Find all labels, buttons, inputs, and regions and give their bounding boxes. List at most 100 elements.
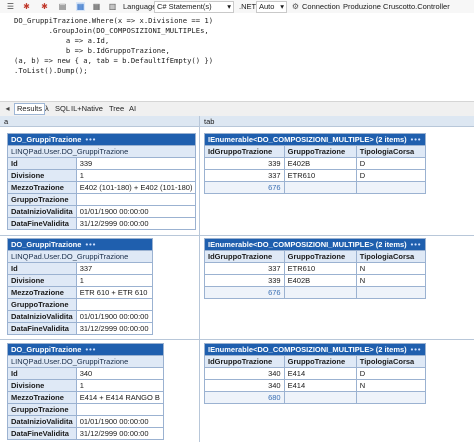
field-label: DataFineValidita: [7, 322, 77, 335]
table-row: GruppoTrazione: [7, 403, 164, 416]
more-icon[interactable]: •••: [85, 345, 96, 354]
grid-icon[interactable]: ▥: [108, 2, 117, 11]
total-value: 676: [204, 181, 285, 194]
cell: E414: [283, 367, 357, 380]
field-value: E402 (101-180) + E402 (101-180): [75, 181, 197, 194]
dotnet-select[interactable]: Auto ▾: [256, 1, 287, 13]
column-header: TipologiaCorsa: [355, 145, 426, 158]
code-editor[interactable]: DO_GruppiTrazione.Where(x => x.Divisione…: [0, 13, 474, 101]
tab-lambda[interactable]: λ: [45, 104, 49, 114]
cell: D: [355, 157, 426, 170]
table-caption[interactable]: IEnumerable<DO_COMPOSIZIONI_MULTIPLE> (2…: [204, 133, 426, 146]
bug-icon[interactable]: ✱: [40, 2, 49, 11]
more-icon[interactable]: •••: [411, 135, 422, 144]
column-header: IdGruppoTrazione: [204, 250, 285, 263]
caption-text: DO_GruppiTrazione: [11, 135, 82, 144]
table-row: MezzoTrazione ETR 610 + ETR 610: [7, 286, 153, 299]
field-label: GruppoTrazione: [7, 403, 77, 416]
empty-cell: [283, 391, 357, 404]
code-block[interactable]: DO_GruppiTrazione.Where(x => x.Divisione…: [14, 16, 213, 76]
field-value: ETR 610 + ETR 610: [75, 286, 153, 299]
grid-icon[interactable]: ▦: [76, 2, 85, 11]
gruppo-trazione-table: DO_GruppiTrazione ••• LINQPad.User.DO_Gru…: [6, 133, 197, 230]
bug-icon[interactable]: ✱: [22, 2, 31, 11]
cell: N: [355, 274, 426, 287]
field-label: DataInizioValidita: [7, 415, 77, 428]
empty-cell: [283, 286, 357, 299]
more-icon[interactable]: •••: [411, 345, 422, 354]
dotnet-label: .NET: [239, 2, 257, 11]
gruppo-trazione-table: DO_GruppiTrazione ••• LINQPad.User.DO_Gru…: [7, 238, 153, 335]
field-value: 1: [75, 379, 164, 392]
field-label: MezzoTrazione: [7, 286, 77, 299]
table-caption[interactable]: DO_GruppiTrazione •••: [7, 238, 153, 251]
column-header: GruppoTrazione: [283, 145, 357, 158]
field-value: 339: [75, 157, 197, 170]
caption-text: DO_GruppiTrazione: [11, 240, 82, 249]
column-header: IdGruppoTrazione: [204, 145, 285, 158]
column-divider: [199, 116, 200, 442]
field-value: 1: [75, 169, 197, 182]
grid-icon[interactable]: ▦: [92, 2, 101, 11]
connection-label: Connection: [302, 2, 340, 11]
connection-value[interactable]: Produzione Cruscotto.Controller: [343, 2, 450, 11]
field-label: Id: [7, 157, 77, 170]
table-row: MezzoTrazione E414 + E414 RANGO B: [7, 391, 164, 404]
field-label: Id: [7, 262, 77, 275]
table-row: GruppoTrazione: [7, 193, 197, 206]
tab-ai[interactable]: AI: [129, 104, 136, 114]
more-icon[interactable]: •••: [411, 240, 422, 249]
collapse-icon[interactable]: ◂: [3, 104, 12, 113]
language-select[interactable]: C# Statement(s) ▾: [154, 1, 234, 13]
field-value: 31/12/2999 00:00:00: [75, 217, 197, 230]
more-icon[interactable]: •••: [85, 240, 96, 249]
type-name: LINQPad.User.DO_GruppiTrazione: [7, 250, 153, 263]
more-icon[interactable]: •••: [85, 135, 96, 144]
table-row: Divisione 1: [7, 379, 164, 392]
field-value: 01/01/1900 00:00:00: [75, 310, 153, 323]
field-value: [75, 403, 164, 416]
table-caption[interactable]: IEnumerable<DO_COMPOSIZIONI_MULTIPLE> (2…: [204, 238, 426, 251]
cell: E402B: [283, 274, 357, 287]
language-value: C# Statement(s): [157, 2, 212, 11]
table-row: 339 E402B D: [204, 157, 426, 170]
tab-sql[interactable]: SQL: [55, 104, 70, 114]
results-tabstrip: ◂ Results λ SQL IL+Native Tree AI: [0, 101, 474, 117]
total-value: 676: [204, 286, 285, 299]
table-row: DataInizioValidita 01/01/1900 00:00:00: [7, 415, 164, 428]
column-header: IdGruppoTrazione: [204, 355, 285, 368]
list-icon[interactable]: ☰: [6, 2, 15, 11]
table-row: Divisione 1: [7, 274, 153, 287]
code-line: b => b.IdGruppoTrazione,: [14, 46, 170, 55]
table-row: MezzoTrazione E402 (101-180) + E402 (101-…: [7, 181, 197, 194]
table-row: 340 E414 D: [204, 367, 426, 380]
cell: 339: [204, 274, 285, 287]
table-row: Divisione 1: [7, 169, 197, 182]
tab-tree[interactable]: Tree: [109, 104, 124, 114]
field-value: 337: [75, 262, 153, 275]
table-row: 337 ETR610 N: [204, 262, 426, 275]
chevron-down-icon: ▾: [280, 2, 284, 11]
tab-results[interactable]: Results: [14, 103, 46, 115]
table-caption[interactable]: DO_GruppiTrazione •••: [7, 343, 164, 356]
table-row: Id 339: [7, 157, 197, 170]
column-header: GruppoTrazione: [283, 250, 357, 263]
composizioni-table: IEnumerable<DO_COMPOSIZIONI_MULTIPLE> (2…: [204, 133, 426, 194]
settings-icon[interactable]: ⚙: [291, 2, 300, 11]
column-header-a: a: [0, 116, 199, 127]
cell: N: [355, 379, 426, 392]
text-icon[interactable]: ▤: [58, 2, 67, 11]
field-value: 01/01/1900 00:00:00: [75, 205, 197, 218]
row-divider: [0, 339, 474, 340]
composizioni-table: IEnumerable<DO_COMPOSIZIONI_MULTIPLE> (2…: [204, 238, 426, 299]
field-label: GruppoTrazione: [7, 193, 77, 206]
table-caption[interactable]: DO_GruppiTrazione •••: [6, 133, 197, 146]
type-name: LINQPad.User.DO_GruppiTrazione: [6, 145, 197, 158]
table-caption[interactable]: IEnumerable<DO_COMPOSIZIONI_MULTIPLE> (2…: [204, 343, 426, 356]
column-header: GruppoTrazione: [283, 355, 357, 368]
total-row: 676: [204, 181, 426, 194]
cell: D: [355, 169, 426, 182]
table-row: 339 E402B N: [204, 274, 426, 287]
tab-il-native[interactable]: IL+Native: [71, 104, 103, 114]
field-label: Divisione: [7, 274, 77, 287]
